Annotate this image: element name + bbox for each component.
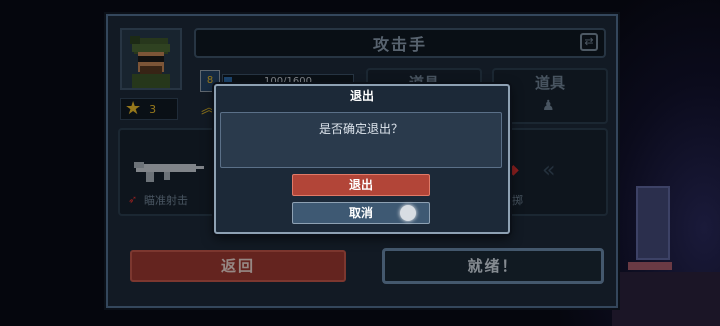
dialog-title: 退出	[349, 89, 374, 103]
exit-dialog: 退出 是否确定退出？ 退出 取消	[214, 84, 510, 234]
confirm-exit-button[interactable]: 退出	[292, 174, 430, 196]
background-structure	[636, 186, 670, 260]
dialog-message: 是否确定退出？	[220, 112, 502, 168]
background-structure	[628, 262, 672, 270]
touch-indicator	[400, 205, 416, 221]
background-structure	[612, 272, 720, 326]
